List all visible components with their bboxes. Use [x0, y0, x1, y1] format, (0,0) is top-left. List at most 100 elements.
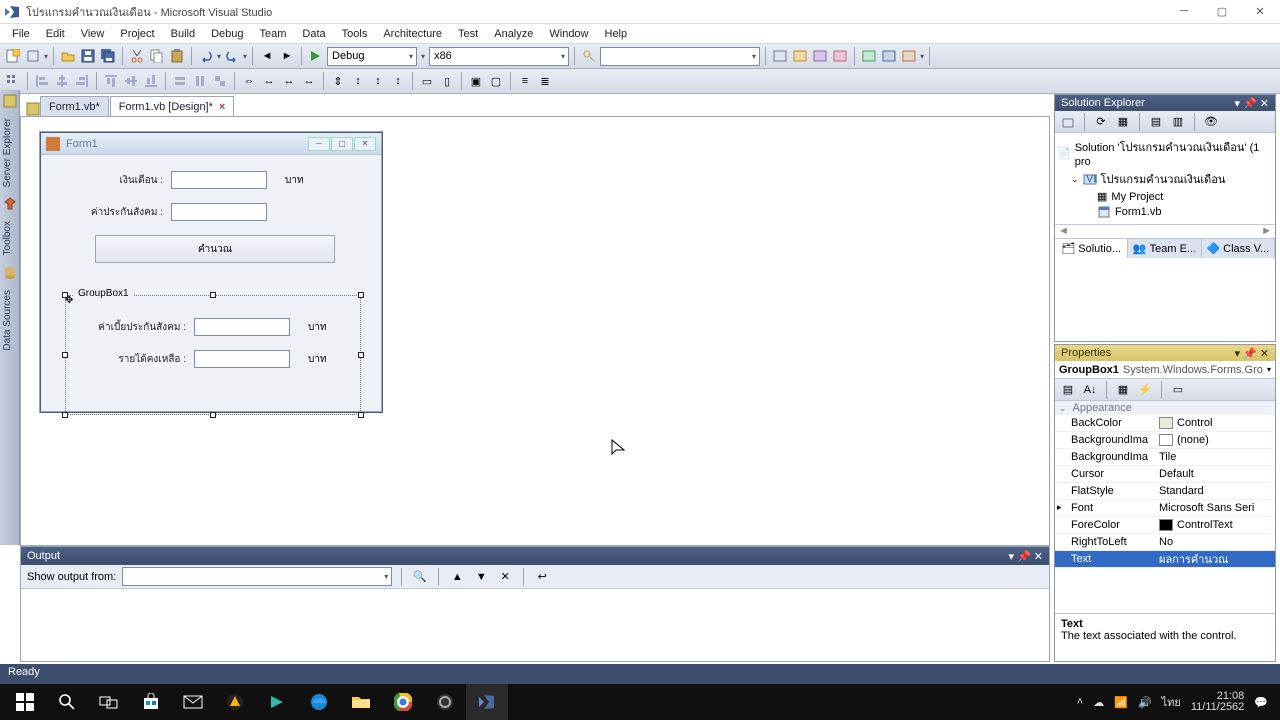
- menu-test[interactable]: Test: [450, 26, 486, 42]
- menu-architecture[interactable]: Architecture: [375, 26, 450, 42]
- align-top-icon[interactable]: [102, 72, 120, 90]
- same-size-icon[interactable]: [211, 72, 229, 90]
- nav-fwd-icon[interactable]: ►: [278, 47, 296, 65]
- menu-project[interactable]: Project: [112, 26, 162, 42]
- prop-row[interactable]: FlatStyleStandard: [1055, 483, 1275, 500]
- save-all-icon[interactable]: [99, 47, 117, 65]
- config-dropdown[interactable]: Debug: [327, 47, 417, 66]
- vspace-dec-icon[interactable]: ↕: [369, 72, 387, 90]
- solution-tree[interactable]: 📄Solution 'โปรแกรมคำนวณเงินเดือน' (1 pro…: [1055, 133, 1275, 224]
- prop-row[interactable]: RightToLeftNo: [1055, 534, 1275, 551]
- output-dropdown-icon[interactable]: ▾: [1009, 550, 1015, 563]
- prop-row[interactable]: ▸FontMicrosoft Sans Seri: [1055, 500, 1275, 517]
- move-glyph-icon[interactable]: ✥: [65, 295, 73, 306]
- form-file-node[interactable]: Form1.vb: [1115, 206, 1161, 218]
- prop-row[interactable]: ForeColorControlText: [1055, 517, 1275, 534]
- menu-build[interactable]: Build: [163, 26, 203, 42]
- ext2-icon[interactable]: [791, 47, 809, 65]
- hspace-inc-icon[interactable]: ↔: [260, 72, 278, 90]
- search-button[interactable]: [46, 684, 88, 720]
- se-showall-icon[interactable]: ▦: [1114, 113, 1132, 131]
- handle-ne[interactable]: [358, 292, 364, 298]
- output-wrap-icon[interactable]: ↩: [533, 568, 551, 586]
- prop-row[interactable]: BackColorControl: [1055, 415, 1275, 432]
- handle-sw[interactable]: [62, 412, 68, 418]
- obs-icon[interactable]: [424, 684, 466, 720]
- tray-cloud-icon[interactable]: ☁: [1093, 696, 1104, 709]
- tray-wifi-icon[interactable]: 📶: [1114, 696, 1128, 709]
- undo-icon[interactable]: [197, 47, 215, 65]
- tray-lang[interactable]: ไทย: [1162, 693, 1181, 711]
- calculate-button[interactable]: คำนวณ: [95, 235, 335, 263]
- prop-events-icon[interactable]: ⚡: [1136, 381, 1154, 399]
- open-icon[interactable]: [59, 47, 77, 65]
- prop-row[interactable]: CursorDefault: [1055, 466, 1275, 483]
- vspace-eq-icon[interactable]: ⇕: [329, 72, 347, 90]
- se-tab-team[interactable]: 👥Team E...: [1128, 239, 1201, 258]
- prop-az-icon[interactable]: A↓: [1081, 381, 1099, 399]
- se-close-icon[interactable]: ✕: [1260, 97, 1269, 110]
- handle-s[interactable]: [210, 412, 216, 418]
- toolbox-icon[interactable]: [2, 196, 18, 212]
- output-prev-icon[interactable]: ▲: [448, 568, 466, 586]
- tray-expand-icon[interactable]: ˄: [1077, 696, 1083, 708]
- prop-close-icon[interactable]: ✕: [1260, 347, 1269, 360]
- merge-icon[interactable]: ≣: [536, 72, 554, 90]
- ext4-icon[interactable]: [831, 47, 849, 65]
- menu-window[interactable]: Window: [541, 26, 596, 42]
- data-sources-tab[interactable]: Data Sources: [0, 284, 15, 357]
- hspace-dec-icon[interactable]: ↔: [280, 72, 298, 90]
- prop-object-dropdown[interactable]: ▾: [1267, 365, 1271, 374]
- designer-surface[interactable]: Form1 ─ ▢ ✕ เงินเดือน : บาท ค่าประกันสัง…: [20, 116, 1050, 546]
- property-grid[interactable]: ⌄Appearance BackColorControlBackgroundIm…: [1055, 401, 1275, 613]
- handle-e[interactable]: [358, 352, 364, 358]
- input-salary[interactable]: [171, 171, 267, 189]
- cut-icon[interactable]: [128, 47, 146, 65]
- align-right-icon[interactable]: [73, 72, 91, 90]
- se-tab-solution[interactable]: 🗂Solutio...: [1055, 239, 1128, 258]
- prop-props-icon[interactable]: ▦: [1114, 381, 1132, 399]
- handle-w[interactable]: [62, 352, 68, 358]
- prop-row[interactable]: BackgroundIma(none): [1055, 432, 1275, 449]
- output-text[interactable]: [21, 589, 1049, 659]
- project-node[interactable]: โปรแกรมคำนวณเงินเดือน: [1101, 170, 1226, 188]
- vspace-rem-icon[interactable]: ↕: [389, 72, 407, 90]
- hspace-eq-icon[interactable]: ⇔: [240, 72, 258, 90]
- save-icon[interactable]: [79, 47, 97, 65]
- se-refresh-icon[interactable]: ⟳: [1092, 113, 1110, 131]
- prop-pin-icon[interactable]: 📌: [1243, 347, 1257, 360]
- ext3-icon[interactable]: [811, 47, 829, 65]
- same-height-icon[interactable]: [191, 72, 209, 90]
- align-bottom-icon[interactable]: [142, 72, 160, 90]
- minimize-button[interactable]: ─: [1174, 5, 1194, 18]
- output-next-icon[interactable]: ▼: [472, 568, 490, 586]
- server-explorer-tab[interactable]: Server Explorer: [0, 112, 15, 193]
- align-left-icon[interactable]: [33, 72, 51, 90]
- redo-icon[interactable]: [223, 47, 241, 65]
- close-button[interactable]: ✕: [1250, 5, 1270, 18]
- menu-debug[interactable]: Debug: [203, 26, 251, 42]
- output-pin-icon[interactable]: 📌: [1017, 550, 1031, 563]
- form-window[interactable]: Form1 ─ ▢ ✕ เงินเดือน : บาท ค่าประกันสัง…: [39, 131, 383, 413]
- menu-help[interactable]: Help: [597, 26, 636, 42]
- platform-dropdown[interactable]: x86: [429, 47, 569, 66]
- tray-clock[interactable]: 21:08 11/11/2562: [1191, 691, 1244, 713]
- center-v-icon[interactable]: ▯: [438, 72, 456, 90]
- vspace-inc-icon[interactable]: ↕: [349, 72, 367, 90]
- same-width-icon[interactable]: [171, 72, 189, 90]
- mail-icon[interactable]: [172, 684, 214, 720]
- prop-cat-icon[interactable]: ▤: [1059, 381, 1077, 399]
- hspace-rem-icon[interactable]: ↔: [300, 72, 318, 90]
- ext6-icon[interactable]: [880, 47, 898, 65]
- prop-category[interactable]: Appearance: [1073, 402, 1132, 414]
- center-h-icon[interactable]: ▭: [418, 72, 436, 90]
- groupbox1[interactable]: GroupBox1 ค่าเบี้ยประกันสังคม : บาท รายไ…: [65, 295, 361, 415]
- se-tab-class[interactable]: 🔷Class V...: [1202, 239, 1275, 258]
- output-source-dropdown[interactable]: [122, 567, 392, 586]
- paste-icon[interactable]: [168, 47, 186, 65]
- output-close-icon[interactable]: ✕: [1034, 550, 1043, 563]
- ext5-icon[interactable]: [860, 47, 878, 65]
- solution-node[interactable]: Solution 'โปรแกรมคำนวณเงินเดือน' (1 pro: [1075, 138, 1273, 168]
- se-view-icon[interactable]: 👁: [1202, 113, 1220, 131]
- prop-row[interactable]: Textผลการคำนวณ: [1055, 551, 1275, 568]
